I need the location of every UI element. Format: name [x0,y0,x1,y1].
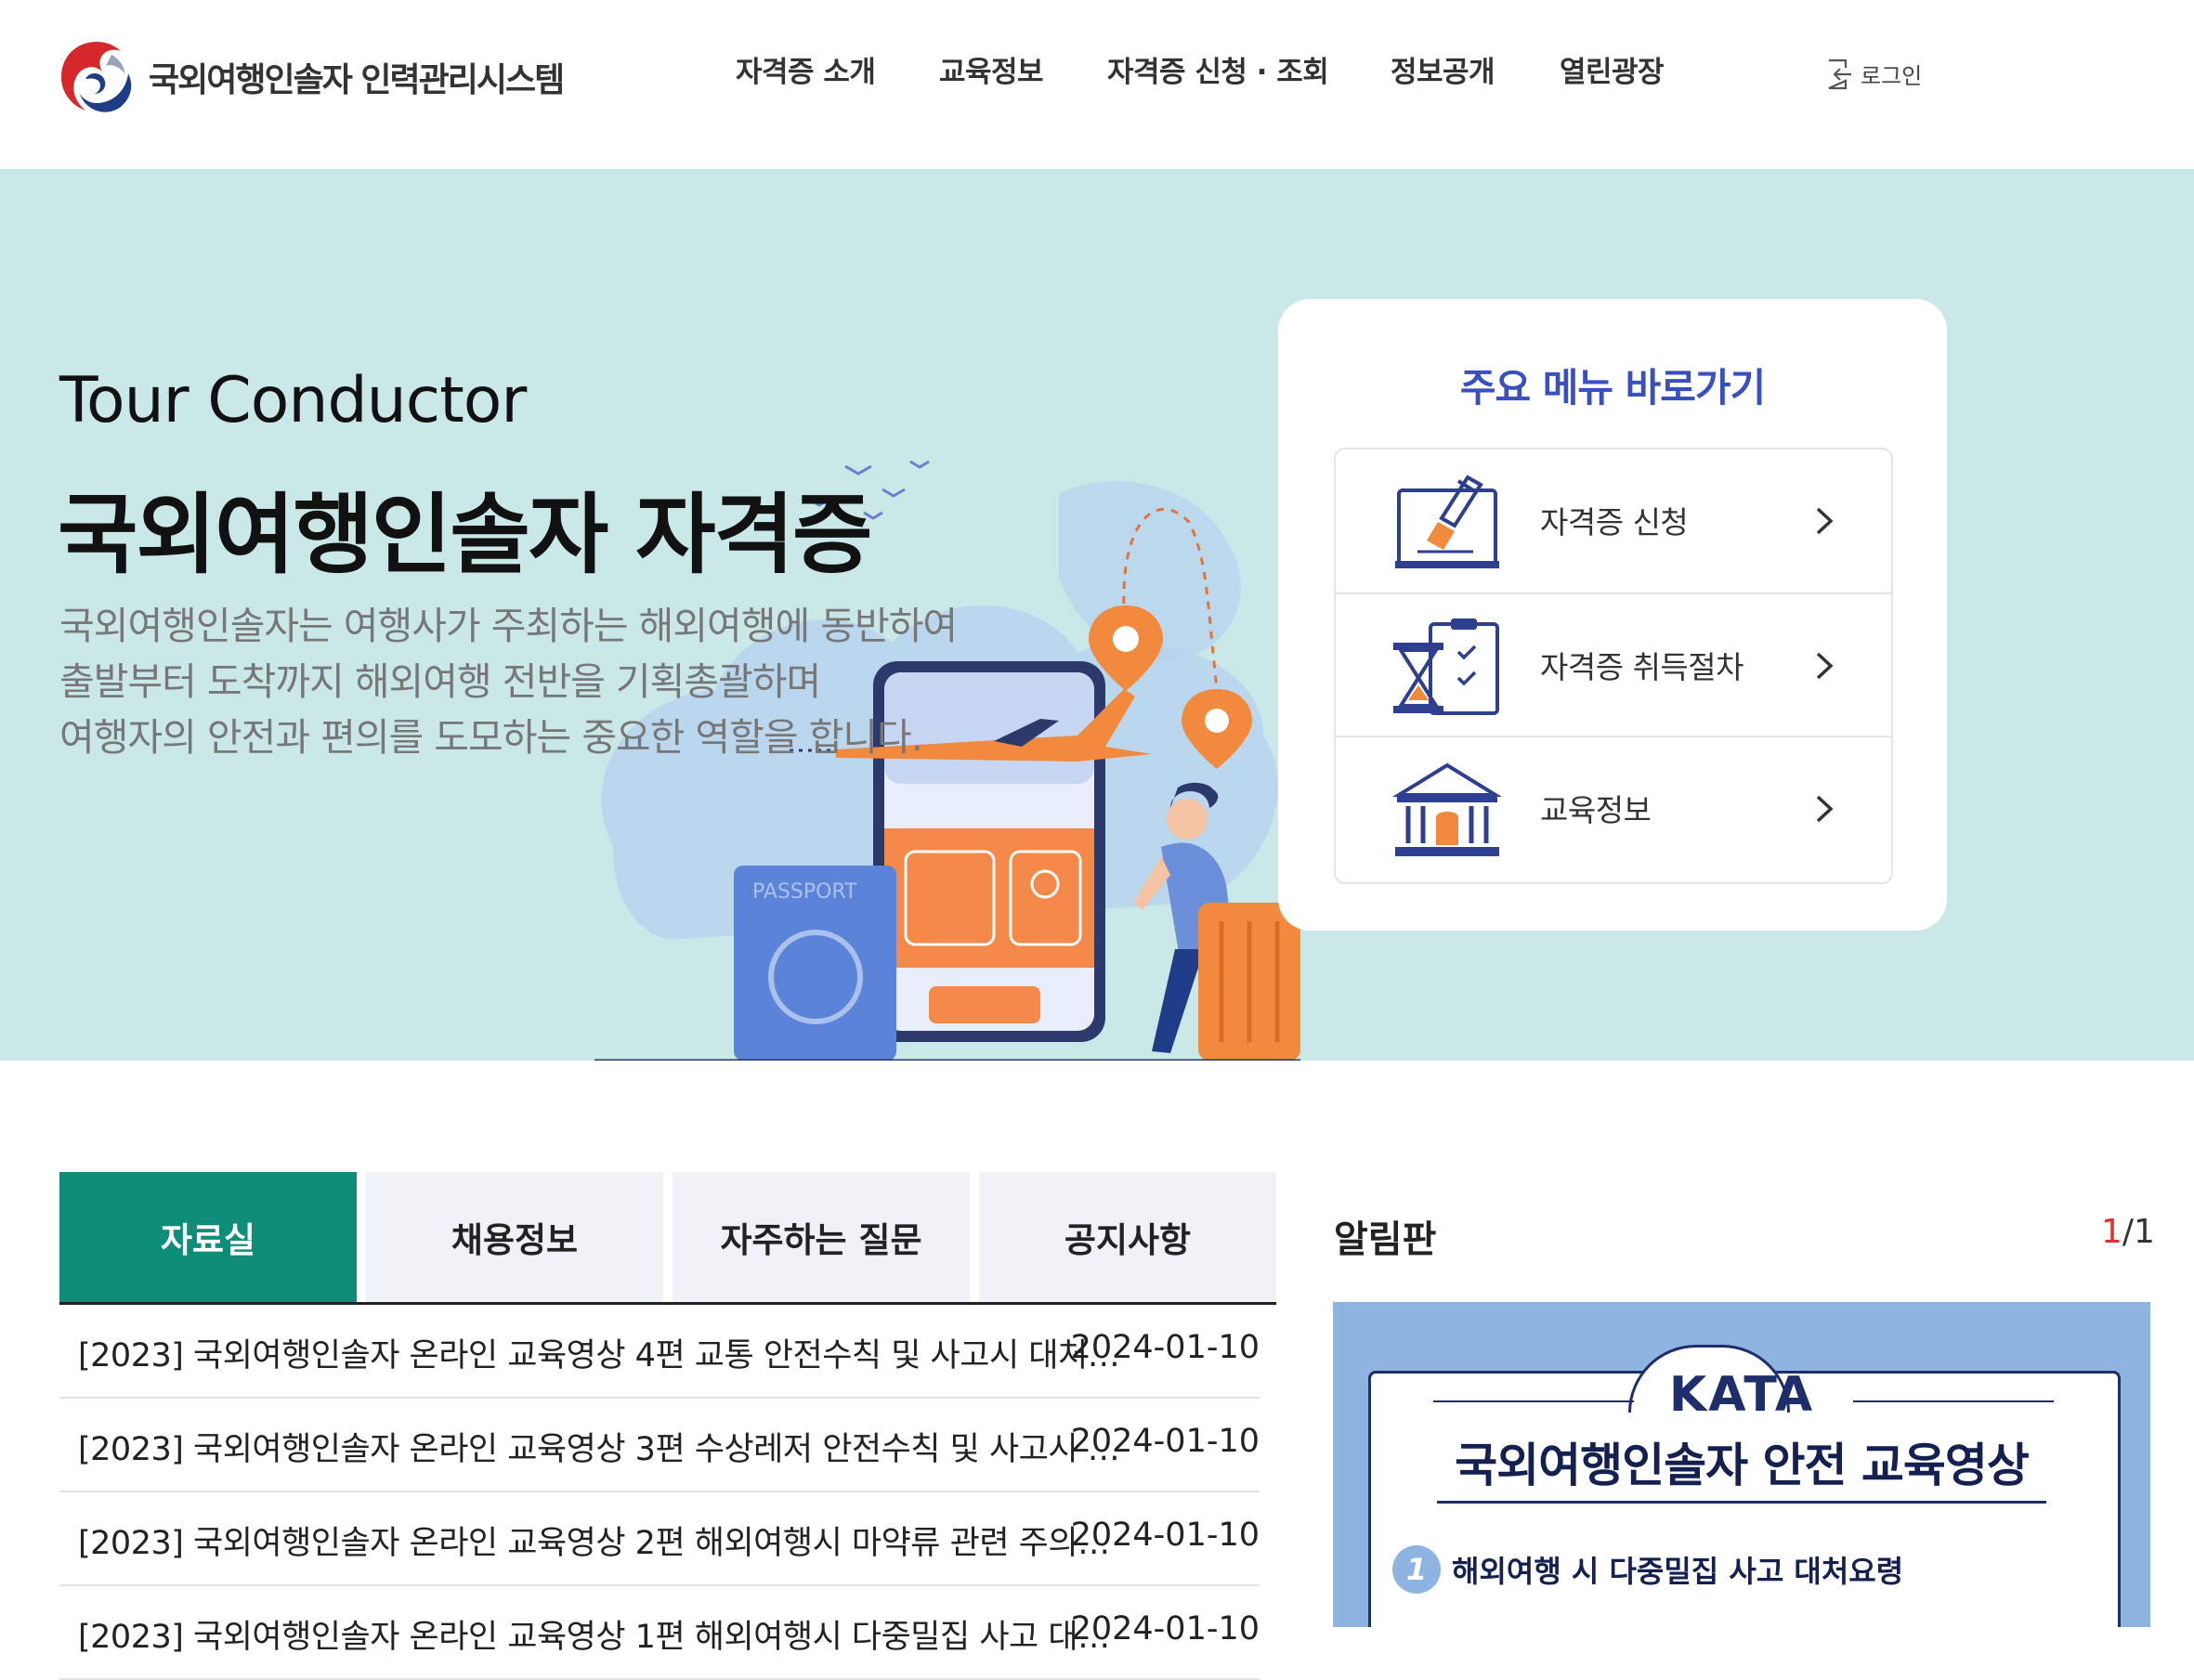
login-label: 로그인 [1861,63,1923,89]
passport-label: PASSPORT [752,880,857,904]
board-pagination: 1/1 [2101,1213,2155,1251]
quick-menu-item-license-apply[interactable]: 자격증 신청 [1336,449,1891,593]
quick-menu-item-education[interactable]: 교육정보 [1336,736,1891,880]
banner-heading: 국외여행인솔자 안전 교육영상 [1455,1439,2030,1492]
hero-subtitle: Tour Conductor [59,364,527,437]
post-date: 2024-01-10 [1070,1610,1260,1647]
site-logo[interactable]: 국외여행인솔자 인력관리시스템 [58,37,565,117]
quick-menu-label: 자격증 신청 [1540,504,1689,540]
chevron-right-icon [1816,507,1834,535]
board-title: 알림판 [1334,1218,1437,1261]
board-tabs: 자료실 채용정보 자주하는 질문 공지사항 [59,1172,1276,1304]
nav-item-license-intro[interactable]: 자격증 소개 [736,48,876,90]
pen-document-icon [1395,475,1499,568]
site-header: 국외여행인솔자 인력관리시스템 자격증 소개 교육정보 자격증 신청 · 조회 … [0,0,2194,169]
post-date: 2024-01-10 [1070,1517,1260,1554]
post-title: [2023] 국외여행인솔자 온라인 교육영상 2편 해외여행시 마약류 관련 … [78,1525,1128,1562]
list-item[interactable]: [2023] 국외여행인솔자 온라인 교육영상 1편 해외여행시 다중밀집 사고… [59,1586,1260,1680]
notice-banner[interactable]: KATA 국외여행인솔자 안전 교육영상 1 해외여행 시 다중밀집 사고 대처… [1333,1302,2150,1627]
logo-mark-icon [61,42,132,112]
quick-menu-label: 교육정보 [1540,792,1652,828]
banner-rule [1437,1501,2046,1504]
quick-menu-list: 자격증 신청 자격증 취득절차 교육정보 [1334,448,1893,884]
board-page-current: 1 [2101,1213,2122,1251]
logo-text: 국외여행인솔자 인력관리시스템 [149,61,565,99]
login-button[interactable]: 로그인 [1825,58,1922,90]
quick-menu-item-license-process[interactable]: 자격증 취득절차 [1336,593,1891,737]
building-columns-icon [1391,762,1503,856]
post-list: [2023] 국외여행인솔자 온라인 교육영상 4편 교통 안전수칙 및 사고시… [59,1305,1260,1680]
banner-divider [1433,1400,1634,1402]
list-item[interactable]: [2023] 국외여행인솔자 온라인 교육영상 2편 해외여행시 마약류 관련 … [59,1492,1260,1586]
post-title: [2023] 국외여행인솔자 온라인 교육영상 4편 교통 안전수칙 및 사고시… [78,1337,1128,1374]
post-title: [2023] 국외여행인솔자 온라인 교육영상 3편 수상레저 안전수칙 및 사… [78,1431,1128,1468]
list-item[interactable]: [2023] 국외여행인솔자 온라인 교육영상 4편 교통 안전수칙 및 사고시… [59,1305,1260,1399]
tab-jobs[interactable]: 채용정보 [366,1172,663,1302]
quick-menu-card: 주요 메뉴 바로가기 자격증 신청 자격증 취득절차 교육정보 [1278,299,1947,931]
nav-item-disclosure[interactable]: 정보공개 [1391,48,1495,90]
hero-description-line: 국외여행인솔자는 여행사가 주최하는 해외여행에 동반하여 [59,604,958,648]
board-page-total: /1 [2122,1213,2155,1251]
hero-description: 국외여행인솔자는 여행사가 주최하는 해외여행에 동반하여 출발부터 도착까지 … [59,598,958,765]
post-title: [2023] 국외여행인솔자 온라인 교육영상 1편 해외여행시 다중밀집 사고… [78,1619,1128,1656]
banner-divider [1853,1400,2054,1402]
hourglass-checklist-icon [1393,619,1499,715]
hero-description-line: 여행자의 안전과 편의를 도모하는 중요한 역할을 합니다. [59,715,923,760]
quick-menu-title: 주요 메뉴 바로가기 [1459,365,1766,410]
chevron-right-icon [1816,652,1834,680]
quick-menu-label: 자격증 취득절차 [1540,649,1744,685]
nav-item-license-apply[interactable]: 자격증 신청 · 조회 [1107,48,1329,90]
hero-description-line: 출발부터 도착까지 해외여행 전반을 기획총괄하며 [59,659,821,704]
tab-faq[interactable]: 자주하는 질문 [673,1172,970,1302]
tab-notices[interactable]: 공지사항 [979,1172,1276,1302]
hero-title: 국외여행인솔자 자격증 [58,485,873,586]
banner-item-text: 해외여행 시 다중밀집 사고 대처요령 [1452,1554,1904,1589]
banner-item-number: 1 [1392,1545,1441,1594]
chevron-right-icon [1816,795,1834,823]
tab-archive[interactable]: 자료실 [59,1172,357,1302]
kata-logo: KATA [1668,1367,1815,1423]
post-date: 2024-01-10 [1070,1329,1260,1366]
login-icon [1828,59,1851,89]
post-date: 2024-01-10 [1070,1423,1260,1460]
banner-item: 1 해외여행 시 다중밀집 사고 대처요령 [1392,1545,1903,1594]
nav-item-education[interactable]: 교육정보 [939,48,1044,90]
list-item[interactable]: [2023] 국외여행인솔자 온라인 교육영상 3편 수상레저 안전수칙 및 사… [59,1399,1260,1492]
nav-item-open-square[interactable]: 열린광장 [1560,48,1665,90]
